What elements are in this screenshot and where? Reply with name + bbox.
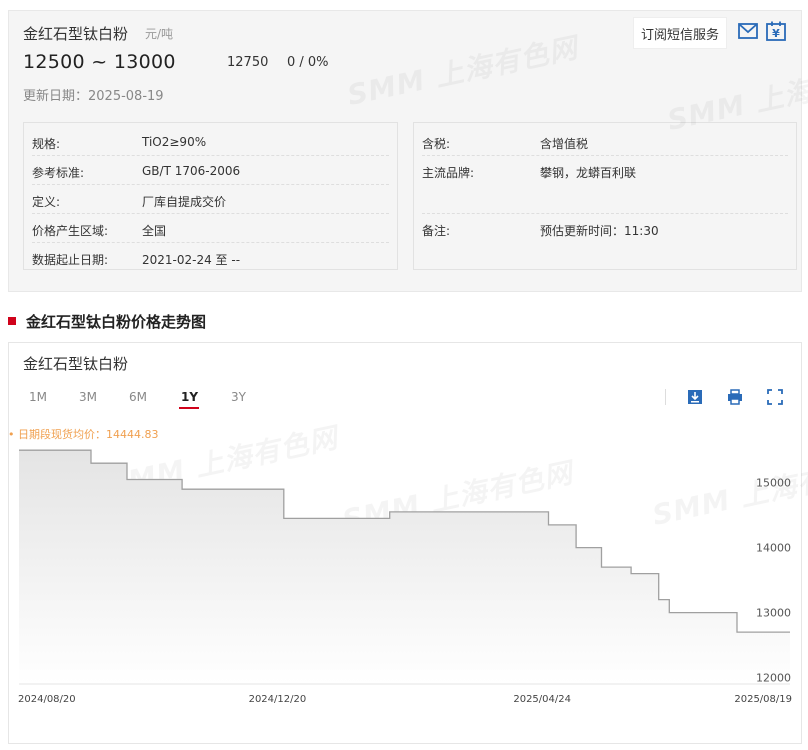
x-tick-label: 2025/08/19 <box>734 694 792 705</box>
x-tick-label: 2025/04/24 <box>513 694 571 705</box>
period-average-note: • 日期段现货均价：14444.83 <box>8 428 159 441</box>
x-tick-label: 2024/08/20 <box>18 694 76 705</box>
y-tick-label: 15000 <box>756 477 791 490</box>
y-tick-label: 12000 <box>756 672 791 685</box>
y-tick-label: 14000 <box>756 542 791 555</box>
price-trend-chart: 12000 13000 14000 15000 2024/08/20 2024/12/20… <box>18 449 792 705</box>
price-area-fill <box>19 450 790 684</box>
x-tick-label: 2024/12/20 <box>249 694 307 705</box>
y-tick-label: 13000 <box>756 607 791 620</box>
